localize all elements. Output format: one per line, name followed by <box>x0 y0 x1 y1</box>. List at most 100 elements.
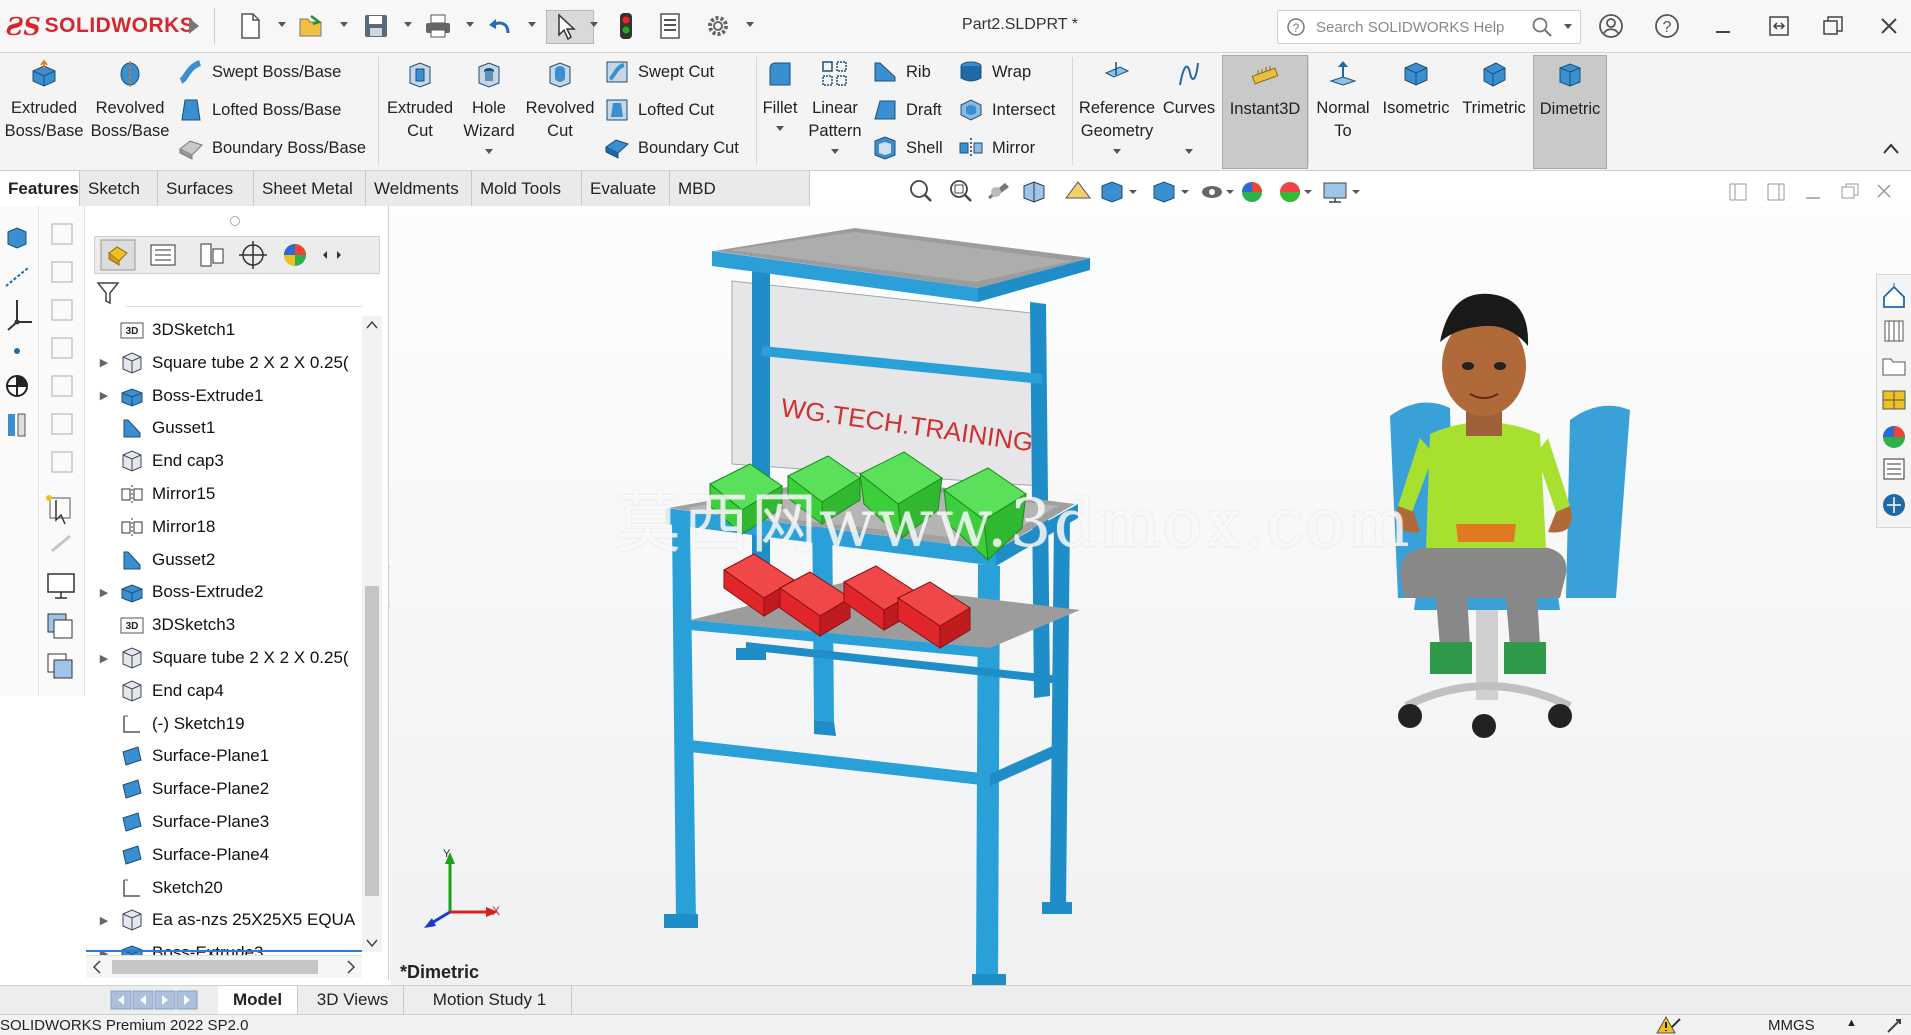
solidworks-resources-icon[interactable] <box>1883 494 1905 516</box>
chevron-down-icon[interactable] <box>776 126 784 131</box>
tree-item[interactable]: Gusset1 <box>86 412 366 444</box>
chevron-up-icon[interactable]: ▲ <box>1846 1017 1857 1029</box>
normal-to-button[interactable]: Normal To <box>1310 59 1376 143</box>
flyout-arrow-icon[interactable] <box>180 12 208 40</box>
view-settings-icon[interactable] <box>1323 182 1360 203</box>
tree-item[interactable]: ▶ Boss-Extrude2 <box>86 576 366 608</box>
help-question-icon[interactable]: ? <box>1652 12 1682 40</box>
chevron-down-icon[interactable] <box>404 22 412 27</box>
split-right-icon[interactable] <box>1767 183 1785 201</box>
tree-item[interactable]: Surface-Plane3 <box>86 806 366 838</box>
tab-weldments[interactable]: Weldments <box>366 171 472 206</box>
bottom-tab-3d-views[interactable]: 3D Views <box>302 986 404 1014</box>
copy-appearance-icon[interactable] <box>47 613 73 639</box>
tab-scroll-left-icon[interactable] <box>323 251 327 259</box>
dynamic-annotation-icon[interactable] <box>1065 181 1091 199</box>
swept-cut-button[interactable]: Swept Cut <box>604 57 714 87</box>
tree-item[interactable]: ▶ Square tube 2 X 2 X 0.25( <box>86 347 366 379</box>
center-of-mass-icon[interactable] <box>6 375 28 397</box>
restore-view-icon[interactable] <box>1841 183 1859 199</box>
close-view-icon[interactable] <box>1877 184 1891 198</box>
chevron-down-icon[interactable] <box>528 22 536 27</box>
close-window-button[interactable] <box>1874 12 1904 40</box>
apply-scene-icon[interactable] <box>1280 182 1312 202</box>
design-library-icon[interactable] <box>1884 320 1904 342</box>
view-palette-icon[interactable] <box>1882 390 1906 410</box>
revolved-cut-button[interactable]: Revolved Cut <box>524 59 596 143</box>
tab-scroll-right-icon[interactable] <box>337 251 341 259</box>
open-document-icon[interactable] <box>298 12 326 40</box>
chevron-down-icon[interactable] <box>1185 149 1193 154</box>
tree-item[interactable]: 3D 3DSketch3 <box>86 609 366 641</box>
tab-surfaces[interactable]: Surfaces <box>158 171 254 206</box>
rib-button[interactable]: Rib <box>872 57 931 87</box>
select-button[interactable] <box>546 10 594 44</box>
instant3d-button[interactable]: Instant3D <box>1222 55 1308 169</box>
tree-item[interactable]: End cap3 <box>86 445 366 477</box>
status-config-icon[interactable] <box>1884 1016 1906 1034</box>
chevron-down-icon[interactable] <box>1113 149 1121 154</box>
restore-window-button[interactable] <box>1818 12 1848 40</box>
file-properties-icon[interactable] <box>656 12 684 40</box>
dimetric-button[interactable]: Dimetric <box>1533 55 1607 169</box>
tree-item[interactable]: Gusset2 <box>86 544 366 576</box>
dimxpert-manager-tab-icon[interactable] <box>239 241 267 269</box>
property-manager-tab-icon[interactable] <box>150 244 176 266</box>
rebuild-warning-icon[interactable] <box>1654 1015 1684 1035</box>
custom-properties-icon[interactable] <box>1883 458 1905 480</box>
chevron-down-icon[interactable] <box>1564 24 1572 29</box>
tree-item[interactable]: ▶ Ea as-nzs 25X25X5 EQUA <box>86 904 366 936</box>
lofted-cut-button[interactable]: Lofted Cut <box>604 95 714 125</box>
tree-item[interactable]: Mirror18 <box>86 511 366 543</box>
undo-icon[interactable] <box>486 12 514 40</box>
expand-arrow-icon[interactable]: ▶ <box>96 356 112 369</box>
tab-evaluate[interactable]: Evaluate <box>582 171 670 206</box>
bottom-tab-model[interactable]: Model <box>218 986 298 1014</box>
boundary-boss-button[interactable]: Boundary Boss/Base <box>178 133 366 163</box>
shell-button[interactable]: Shell <box>872 133 943 163</box>
tree-item[interactable]: Surface-Plane4 <box>86 839 366 871</box>
file-explorer-icon[interactable] <box>1882 358 1906 376</box>
save-icon[interactable] <box>362 12 390 40</box>
paste-appearance-icon[interactable] <box>47 653 73 679</box>
collapse-ribbon-icon[interactable] <box>1882 141 1900 160</box>
solidworks-logo[interactable]: ƧS SOLIDWORKS <box>6 10 194 42</box>
home-icon[interactable] <box>1883 283 1905 308</box>
swept-boss-button[interactable]: Swept Boss/Base <box>178 57 341 87</box>
view-orientation-icon[interactable] <box>1101 181 1137 203</box>
chevron-down-icon[interactable] <box>831 149 839 154</box>
tree-vertical-scrollbar[interactable] <box>362 316 382 952</box>
search-icon[interactable] <box>1531 16 1553 38</box>
tab-navigation-arrows[interactable] <box>110 990 206 1010</box>
tree-item[interactable]: End cap4 <box>86 675 366 707</box>
tab-sheet-metal[interactable]: Sheet Metal <box>254 171 366 206</box>
tree-item[interactable]: (-) Sketch19 <box>86 708 366 740</box>
linear-pattern-button[interactable]: Linear Pattern <box>804 59 866 154</box>
extruded-boss-button[interactable]: Extruded Boss/Base <box>4 59 84 143</box>
tree-item[interactable]: Sketch20 <box>86 872 366 904</box>
chevron-down-icon[interactable] <box>746 22 754 27</box>
tree-item[interactable]: ▶ Boss-Extrude1 <box>86 380 366 412</box>
tree-item[interactable]: Mirror15 <box>86 478 366 510</box>
mate-reference-icon[interactable] <box>8 413 26 437</box>
filter-icon[interactable] <box>96 280 122 311</box>
isometric-button[interactable]: Isometric <box>1378 59 1454 120</box>
hide-show-items-icon[interactable] <box>1202 186 1234 198</box>
tab-mold-tools[interactable]: Mold Tools <box>472 171 582 206</box>
tree-item[interactable]: 3D 3DSketch1 <box>86 314 366 346</box>
zoom-to-fit-icon[interactable] <box>910 180 932 202</box>
extrude-mini-icon[interactable] <box>7 227 27 249</box>
pane-grip-icon[interactable] <box>230 216 240 226</box>
tab-mbd-dimensions[interactable]: MBD Dimensions <box>670 171 810 233</box>
line-icon[interactable] <box>5 267 29 287</box>
display-style-icon[interactable] <box>1153 181 1189 203</box>
curves-button[interactable]: Curves <box>1160 59 1218 154</box>
boundary-cut-button[interactable]: Boundary Cut <box>604 133 739 163</box>
intersect-button[interactable]: Intersect <box>958 95 1055 125</box>
tree-horizontal-scrollbar[interactable] <box>86 955 362 978</box>
chevron-down-icon[interactable] <box>340 22 348 27</box>
model-viewport-svg[interactable]: WG.TECH.TRAINING <box>390 206 1911 986</box>
appearances-icon[interactable] <box>1883 426 1905 448</box>
revolved-boss-button[interactable]: Revolved Boss/Base <box>88 59 172 143</box>
fillet-button[interactable]: Fillet <box>758 59 802 131</box>
